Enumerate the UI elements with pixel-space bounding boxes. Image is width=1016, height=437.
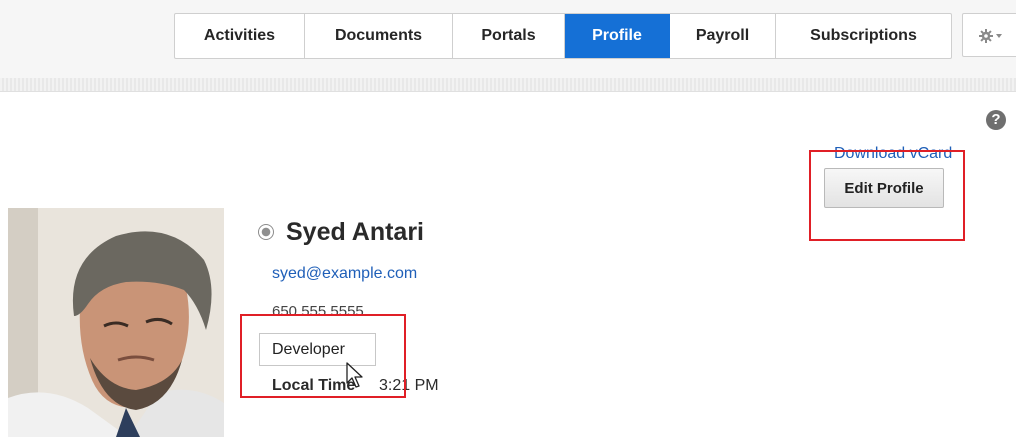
gear-icon [979, 29, 1002, 43]
annotation-highlight-edit-profile [809, 150, 965, 241]
profile-photo [8, 208, 224, 437]
header-divider [0, 78, 1016, 92]
chevron-down-icon [996, 34, 1002, 38]
presence-status-icon [258, 224, 274, 240]
settings-menu-button[interactable] [962, 13, 1016, 57]
annotation-highlight-job-title [240, 314, 406, 398]
mouse-cursor-icon [346, 362, 363, 388]
tab-portals[interactable]: Portals [453, 14, 565, 58]
tab-subscriptions[interactable]: Subscriptions [776, 14, 951, 58]
profile-photo-image [8, 208, 224, 437]
tab-payroll[interactable]: Payroll [670, 14, 776, 58]
tab-profile[interactable]: Profile [565, 14, 670, 58]
top-navigation-bar: Activities Documents Portals Profile Pay… [0, 0, 1016, 79]
help-icon[interactable]: ? [986, 110, 1006, 130]
email-link[interactable]: syed@example.com [272, 265, 417, 283]
tab-activities[interactable]: Activities [175, 14, 305, 58]
profile-name: Syed Antari [286, 218, 425, 246]
tab-bar: Activities Documents Portals Profile Pay… [174, 13, 952, 59]
tab-documents[interactable]: Documents [305, 14, 453, 58]
